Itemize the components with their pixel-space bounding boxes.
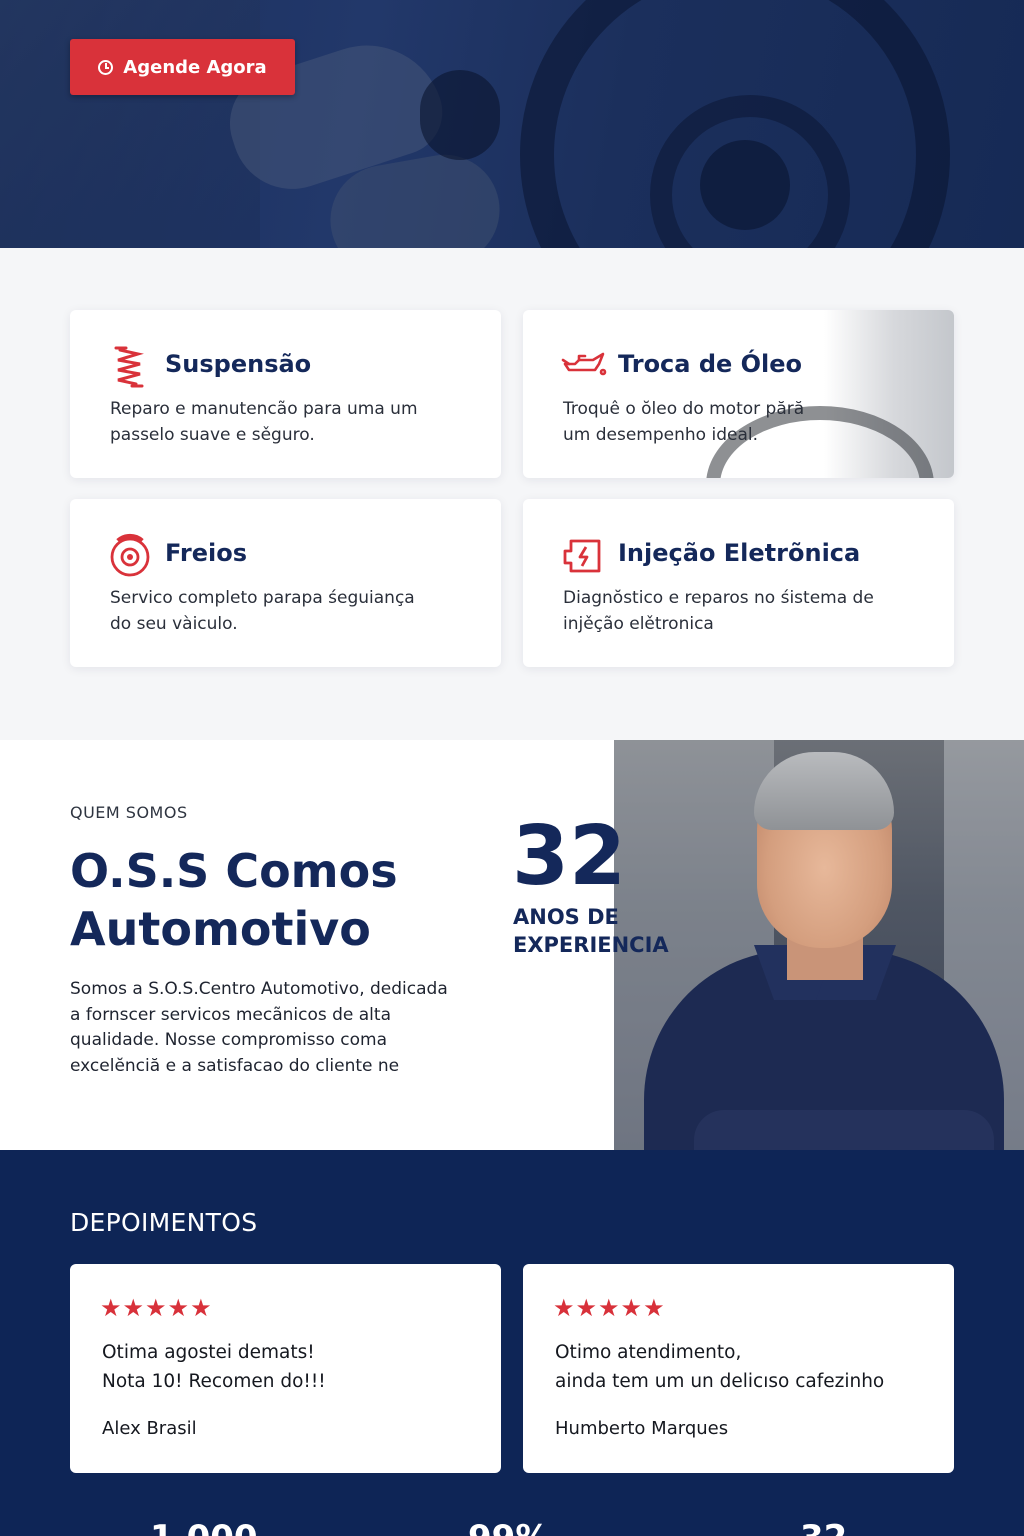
years-label: ANOS DE EXPERIENCIA — [513, 905, 669, 957]
service-description: Diagnŏstico e reparos no śistema de injě… — [563, 588, 874, 634]
service-card-oil-change[interactable]: Troca de Óleo Troquê o ŏleo do motor păr… — [523, 310, 954, 478]
service-card-brakes[interactable]: Freios Servico completo parара śeguiança… — [70, 499, 501, 667]
service-card-fuel-injection[interactable]: Injeção Eletrõnica Diagnŏstico e reparos… — [523, 499, 954, 667]
testimonial-quote: Otimo atendimento, ainda tem um un delic… — [555, 1342, 885, 1392]
about-text: Somos a S.O.S.Centro Automotivo, dedicad… — [70, 979, 448, 1076]
spring-icon — [114, 346, 144, 388]
service-description: Servico completo parара śeguiança do seu… — [110, 588, 415, 634]
service-card-suspension[interactable]: Suspensão Reparo e manutencão para uma u… — [70, 310, 501, 478]
crossed-arms — [694, 1110, 994, 1150]
testimonial-author: Alex Brasil — [102, 1418, 197, 1439]
five-star-rating: ★★★★★ — [100, 1294, 213, 1322]
hair — [754, 752, 894, 830]
service-description: Troquê o ŏleo do motor pără um desempenh… — [563, 399, 805, 445]
testimonials-section: DEPOIMENTOS ★★★★★ Otima agostei demats! … — [0, 1150, 1024, 1536]
testimonial-author: Humberto Marques — [555, 1418, 729, 1439]
steering-wheel-photo — [706, 310, 954, 478]
service-title: Injeção Eletrõnica — [618, 539, 861, 567]
about-kicker: QUEM SOMOS — [70, 803, 188, 822]
engine-injection-icon — [563, 539, 601, 573]
service-title: Freios — [165, 539, 247, 567]
about-title: O.S.S Comos Automotivo — [70, 844, 398, 956]
stat-value: 1.000 — [150, 1518, 258, 1536]
testimonials-heading: DEPOIMENTOS — [70, 1208, 258, 1237]
testimonial-quote: Otima agostei demats! Nota 10! Recomen d… — [102, 1342, 326, 1392]
schedule-now-button[interactable]: Agende Agora — [70, 39, 295, 95]
stat-value: 32 — [800, 1518, 847, 1536]
brake-disc-icon — [110, 533, 150, 577]
years-number: 32 — [512, 809, 627, 904]
about-section: QUEM SOMOS O.S.S Comos Automotivo Somos … — [0, 740, 1024, 1150]
clock-icon — [98, 59, 114, 75]
testimonial-card: ★★★★★ Otimo atendimento, ainda tem um un… — [523, 1264, 954, 1473]
wheel-hub-graphic — [700, 140, 790, 230]
testimonial-card: ★★★★★ Otima agostei demats! Nota 10! Rec… — [70, 1264, 501, 1473]
service-title: Troca de Óleo — [618, 350, 803, 378]
engine-part-graphic — [420, 70, 500, 160]
hero-engine-shade — [0, 0, 260, 248]
services-section: Suspensão Reparo e manutencão para uma u… — [0, 248, 1024, 740]
schedule-now-label: Agende Agora — [123, 56, 267, 78]
oil-can-icon — [561, 352, 607, 376]
service-description: Reparo e manutencão para uma um passelo … — [110, 399, 418, 445]
five-star-rating: ★★★★★ — [553, 1294, 666, 1322]
stat-value: 99% — [468, 1518, 549, 1536]
hero-banner: Agende Agora — [0, 0, 1024, 248]
service-title: Suspensão — [165, 350, 312, 378]
stats-row: 1.000 99% 32 — [0, 1518, 1024, 1536]
